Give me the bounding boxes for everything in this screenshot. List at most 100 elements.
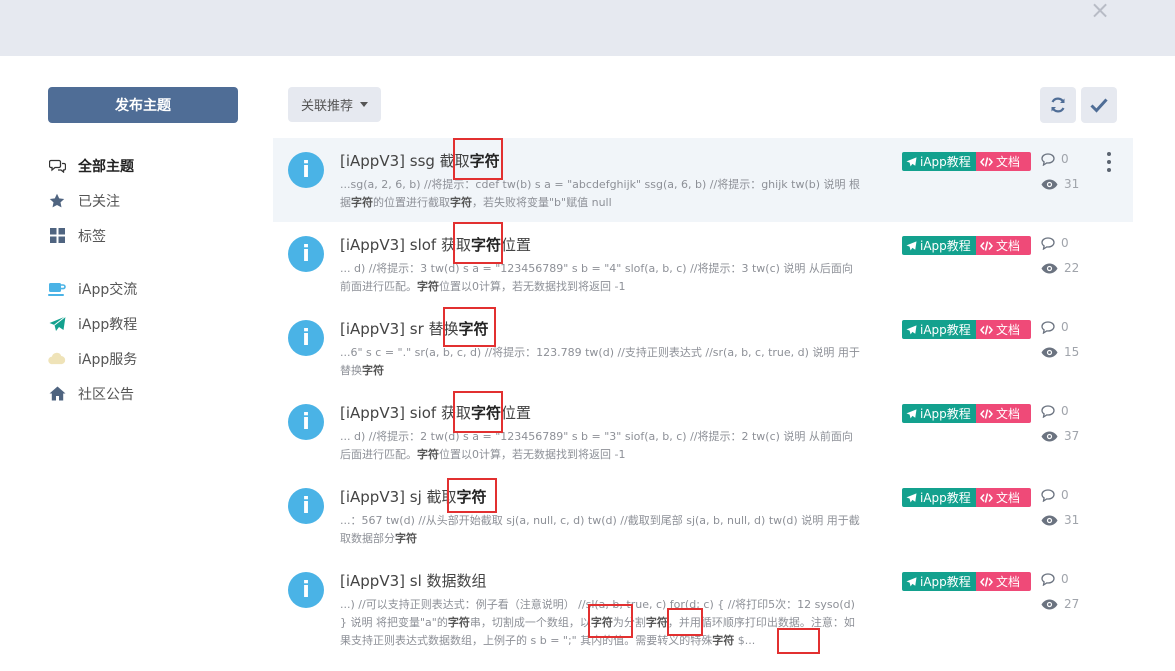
tag-docs[interactable]: 文档	[976, 236, 1031, 255]
discussion-title[interactable]: [iAppV3] siof 获取字符位置	[340, 402, 531, 423]
title-keyword: 字符	[470, 404, 501, 422]
excerpt-keyword: 字符	[447, 616, 470, 629]
close-icon[interactable]: ×	[1090, 0, 1110, 24]
comment-count-value: 0	[1061, 320, 1069, 334]
code-icon	[980, 492, 993, 503]
tag-iapp-tutorial[interactable]: iApp教程	[902, 320, 976, 339]
discussion-item[interactable]: i [iAppV3] slof 获取字符位置... d) //将提示：3 tw(d…	[273, 222, 1133, 306]
avatar[interactable]: i	[288, 152, 324, 188]
discussion-item[interactable]: i [iAppV3] siof 获取字符位置... d) //将提示：2 tw(d…	[273, 390, 1133, 474]
sidebar-item-iapp-tutorial[interactable]: iApp教程	[48, 306, 248, 341]
view-count: 15	[1041, 345, 1079, 359]
code-icon	[980, 576, 993, 587]
tag-group: iApp教程 文档	[902, 152, 1031, 171]
title-prefix: [iAppV3] siof 获取	[340, 404, 471, 422]
tag-iapp-tutorial[interactable]: iApp教程	[902, 488, 976, 507]
tag-docs[interactable]: 文档	[976, 572, 1031, 591]
comment-count-value: 0	[1061, 152, 1069, 166]
title-keyword: 字符	[469, 152, 500, 170]
eye-icon	[1041, 515, 1058, 525]
excerpt-keyword: 字符	[395, 532, 417, 545]
paper-plane-icon	[906, 156, 917, 166]
discussion-list: i [iAppV3] ssg 截取字符 ...sg(a, 2, 6, b) //将提…	[273, 138, 1133, 647]
discussion-excerpt: ...：567 tw(d) //从头部开始截取 sj(a, null, c, d…	[340, 512, 860, 548]
view-count-value: 37	[1064, 429, 1080, 443]
sort-dropdown[interactable]: 关联推荐	[288, 87, 381, 122]
discussion-item[interactable]: i [iAppV3] sr 替换字符 ...6" s c = "." sr(a, b…	[273, 306, 1133, 390]
sidebar-item-label: 已关注	[78, 193, 120, 210]
comment-count: 0	[1041, 488, 1069, 502]
avatar[interactable]: i	[288, 236, 324, 272]
paper-plane-icon	[906, 324, 917, 334]
discussion-title[interactable]: [iAppV3] sj 截取字符	[340, 486, 487, 507]
eye-icon	[1041, 431, 1058, 441]
sidebar-item-tags[interactable]: 标签	[48, 218, 248, 253]
caret-down-icon	[360, 102, 368, 107]
discussion-title[interactable]: [iAppV3] sr 替换字符	[340, 318, 489, 339]
view-count-value: 22	[1064, 261, 1080, 275]
title-keyword: 字符	[458, 320, 489, 338]
refresh-button[interactable]	[1040, 87, 1076, 123]
discussion-item[interactable]: i [iAppV3] sl 数据数组 ...) //可以支持正则表达式：例子看（注意…	[273, 558, 1133, 647]
discussion-title[interactable]: [iAppV3] sl 数据数组	[340, 570, 487, 591]
sidebar-item-following[interactable]: 已关注	[48, 183, 248, 218]
avatar[interactable]: i	[288, 572, 324, 608]
excerpt-text: 的位置进行截取	[373, 196, 450, 209]
tag-label: iApp教程	[920, 239, 971, 253]
sidebar-item-iapp-service[interactable]: iApp服务	[48, 341, 248, 376]
discussion-title[interactable]: [iAppV3] slof 获取字符位置	[340, 234, 531, 255]
view-count: 31	[1041, 177, 1079, 191]
avatar[interactable]: i	[288, 404, 324, 440]
tag-label: 文档	[996, 239, 1021, 253]
sidebar-item-label: iApp教程	[78, 316, 138, 333]
coffee-cup-icon	[48, 280, 66, 298]
tag-iapp-tutorial[interactable]: iApp教程	[902, 404, 976, 423]
view-count: 27	[1041, 597, 1079, 611]
sidebar-item-announcements[interactable]: 社区公告	[48, 376, 248, 411]
avatar[interactable]: i	[288, 320, 324, 356]
tag-iapp-tutorial[interactable]: iApp教程	[902, 572, 976, 591]
sidebar-item-iapp-exchange[interactable]: iApp交流	[48, 271, 248, 306]
excerpt-keyword: 字符	[362, 364, 384, 377]
comment-icon	[1041, 572, 1055, 586]
comment-icon	[1041, 404, 1055, 418]
avatar[interactable]: i	[288, 488, 324, 524]
tag-label: iApp教程	[920, 491, 971, 505]
excerpt-keyword: 字符	[417, 280, 439, 293]
excerpt-text: 串，切割成一个数组，以	[469, 616, 591, 629]
discussion-item[interactable]: i [iAppV3] ssg 截取字符 ...sg(a, 2, 6, b) //将提…	[273, 138, 1133, 222]
code-icon	[980, 240, 993, 251]
tag-docs[interactable]: 文档	[976, 488, 1031, 507]
top-bar: ×	[0, 0, 1175, 56]
comment-icon	[1041, 488, 1055, 502]
sidebar-item-all-topics[interactable]: 全部主题	[48, 148, 248, 183]
discussion-item[interactable]: i [iAppV3] sj 截取字符 ...：567 tw(d) //从头部开始截取…	[273, 474, 1133, 558]
tag-label: 文档	[996, 407, 1021, 421]
sidebar-item-label: iApp服务	[78, 351, 138, 368]
tag-iapp-tutorial[interactable]: iApp教程	[902, 236, 976, 255]
excerpt-text: ，若失败将变量"b"赋值 null	[472, 196, 612, 209]
mark-all-read-button[interactable]	[1081, 87, 1117, 123]
code-icon	[980, 408, 993, 419]
excerpt-keyword: 字符	[351, 196, 373, 209]
more-options-icon[interactable]	[1101, 152, 1117, 172]
excerpt-text: 位置以0计算，若无数据找到将返回 -1	[439, 280, 626, 293]
chat-bubbles-icon	[48, 157, 66, 175]
eye-icon	[1041, 599, 1058, 609]
title-prefix: [iAppV3] sj 截取	[340, 488, 457, 506]
publish-topic-button[interactable]: 发布主题	[48, 87, 238, 123]
tag-docs[interactable]: 文档	[976, 320, 1031, 339]
sort-label: 关联推荐	[300, 99, 353, 114]
refresh-icon	[1051, 97, 1065, 113]
discussion-title[interactable]: [iAppV3] ssg 截取字符	[340, 150, 500, 171]
tag-docs[interactable]: 文档	[976, 152, 1031, 171]
paper-plane-icon	[906, 492, 917, 502]
tag-docs[interactable]: 文档	[976, 404, 1031, 423]
excerpt-keyword: 字符	[712, 634, 735, 647]
sidebar-item-label: 全部主题	[78, 158, 134, 175]
tag-iapp-tutorial[interactable]: iApp教程	[902, 152, 976, 171]
title-prefix: [iAppV3] sl 数据数组	[340, 572, 487, 590]
title-suffix: 位置	[500, 404, 531, 422]
title-keyword: 字符	[470, 236, 501, 254]
excerpt-text: ...：567 tw(d) //从头部开始截取 sj(a, null, c, d…	[340, 514, 860, 545]
